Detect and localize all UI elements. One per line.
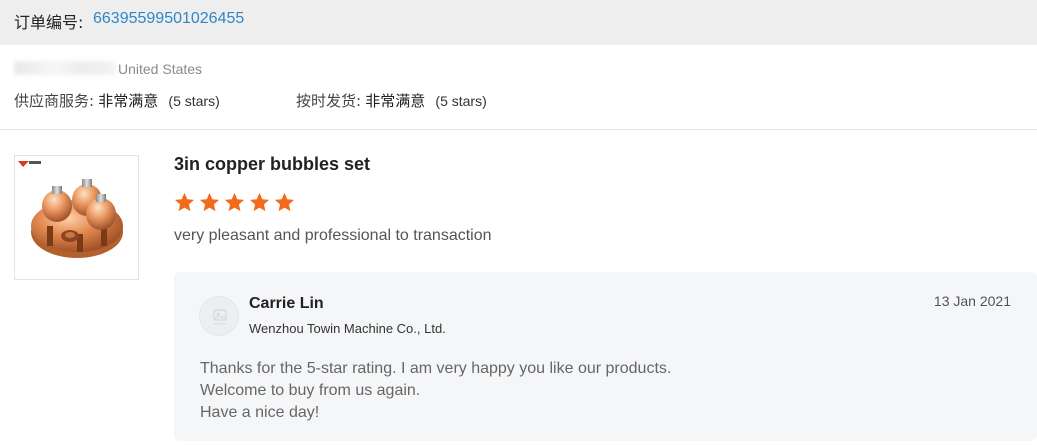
star-icon (249, 192, 270, 212)
product-title[interactable]: 3in copper bubbles set (174, 154, 370, 175)
supplier-service-value: 非常满意 (98, 92, 159, 110)
review-text: very pleasant and professional to transa… (174, 227, 492, 244)
supplier-service-rating: 供应商服务: 非常满意 (5 stars) (14, 90, 220, 111)
on-time-shipping-rating: 按时发货: 非常满意 (5 stars) (296, 90, 487, 111)
reply-line: Thanks for the 5-star rating. I am very … (200, 360, 672, 377)
review-star-rating (173, 191, 296, 214)
seller-reply: Carrie Lin Wenzhou Towin Machine Co., Lt… (174, 272, 1037, 441)
supplier-service-label: 供应商服务: (14, 92, 95, 110)
on-time-shipping-label: 按时发货: (296, 92, 362, 110)
buyer-country: United States (118, 61, 203, 77)
image-placeholder-icon (213, 309, 227, 325)
seller-name: Carrie Lin (249, 295, 324, 312)
star-icon (199, 192, 220, 212)
seller-avatar (199, 296, 239, 336)
on-time-shipping-value: 非常满意 (365, 92, 426, 110)
reply-line: Welcome to buy from us again. (200, 382, 421, 399)
reply-date: 13 Jan 2021 (933, 293, 1011, 309)
reply-line: Have a nice day! (200, 404, 320, 421)
order-number-label: 订单编号: (14, 13, 84, 32)
supplier-service-stars: (5 stars) (168, 93, 220, 109)
seller-company[interactable]: Wenzhou Towin Machine Co., Ltd. (249, 321, 446, 336)
buyer-name-redacted (14, 61, 116, 75)
star-icon (224, 192, 245, 212)
order-number-link[interactable]: 66395599501026455 (93, 10, 244, 28)
star-icon (274, 192, 295, 212)
product-thumbnail[interactable] (14, 155, 139, 280)
section-divider (0, 129, 1037, 130)
reply-message: Thanks for the 5-star rating. I am very … (200, 358, 671, 424)
on-time-shipping-stars: (5 stars) (435, 93, 487, 109)
order-header-bar: 订单编号: 66395599501026455 (0, 0, 1037, 45)
copper-bubbles-product-image (18, 161, 123, 258)
star-icon (174, 192, 195, 212)
